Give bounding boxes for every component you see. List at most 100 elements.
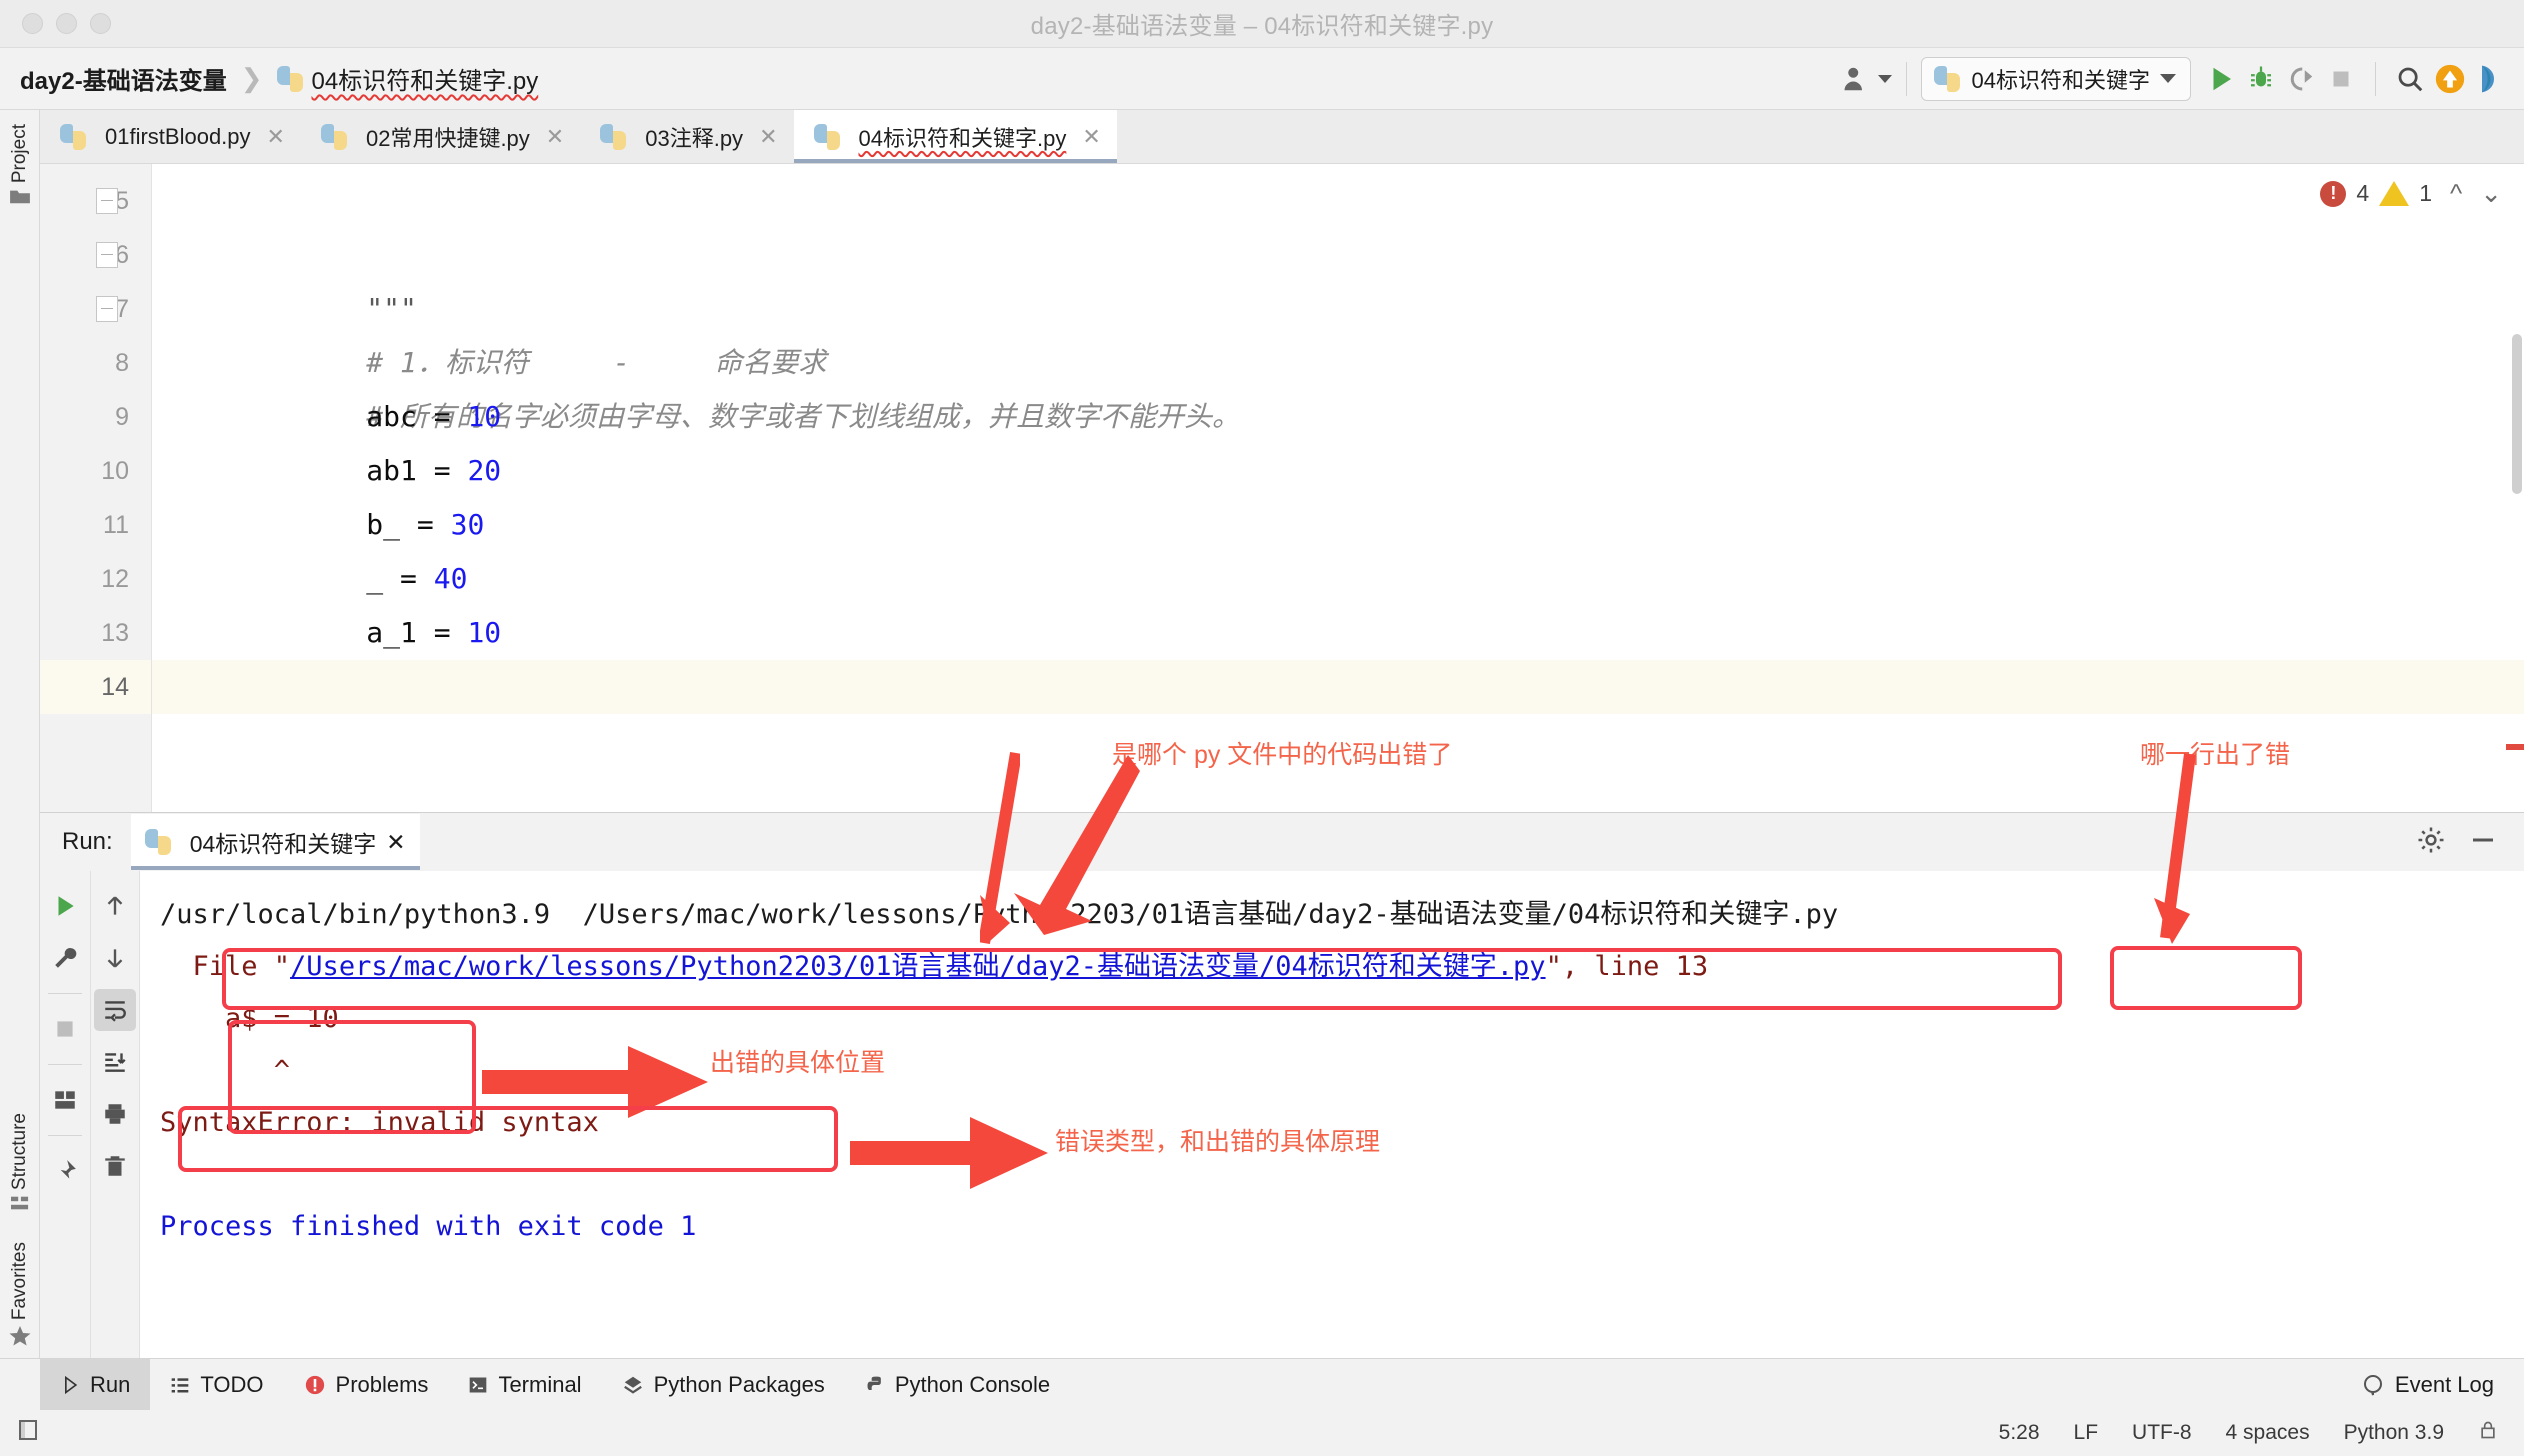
coverage-icon[interactable] xyxy=(2281,59,2321,99)
error-stripe-marker[interactable] xyxy=(2506,744,2524,750)
code-editor[interactable]: 5 6 7 8 9 10 11 12 13 14 """ # 1．标识符 - 命… xyxy=(40,164,2524,812)
status-item-label: TODO xyxy=(200,1371,264,1397)
warning-icon xyxy=(2379,181,2410,206)
run-configuration-selector[interactable]: 04标识符和关键字 xyxy=(1920,56,2191,101)
minimize-window-button[interactable] xyxy=(56,13,77,34)
window-controls[interactable] xyxy=(0,13,111,34)
chevron-up-icon[interactable]: ^ xyxy=(2450,178,2462,209)
breadcrumb-separator-icon: ❯ xyxy=(240,63,263,93)
structure-label: Structure xyxy=(8,1112,30,1190)
chevron-down-icon[interactable]: ⌄ xyxy=(2480,178,2502,209)
run-configuration-label: 04标识符和关键字 xyxy=(1971,67,2150,93)
maximize-window-button[interactable] xyxy=(90,13,111,34)
layout-icon[interactable] xyxy=(44,1079,86,1121)
python-config-icon xyxy=(1933,65,1960,92)
status-item-label: Problems xyxy=(335,1371,429,1397)
code-line-current xyxy=(152,660,2524,714)
close-icon[interactable]: ✕ xyxy=(546,124,564,150)
console-line-caret: ^ xyxy=(160,1055,291,1086)
status-item-label: Python Packages xyxy=(653,1371,825,1397)
close-icon[interactable]: ✕ xyxy=(759,124,777,150)
close-icon[interactable]: ✕ xyxy=(386,829,405,856)
code-line: # 1．标识符 - 命名要求 xyxy=(96,228,2524,379)
console-file-link[interactable]: /Users/mac/work/lessons/Python2203/01语言基… xyxy=(290,951,1546,982)
editor-scrollbar[interactable] xyxy=(2512,334,2522,494)
fold-marker-icon[interactable] xyxy=(96,188,118,214)
python-interpreter[interactable]: Python 3.9 xyxy=(2344,1421,2444,1445)
editor-tab-label: 03注释.py xyxy=(645,125,744,151)
fold-marker-icon[interactable] xyxy=(96,296,118,322)
settings-gear-icon[interactable] xyxy=(2416,825,2446,860)
debug-icon[interactable] xyxy=(2241,59,2281,99)
toolbar-divider xyxy=(47,1064,82,1065)
main-toolbar: day2-基础语法变量 ❯ 04标识符和关键字.py 04标识符和关键字 xyxy=(0,48,2524,110)
rerun-icon[interactable] xyxy=(44,885,86,927)
inspection-widget[interactable]: ! 4 1 ^ ⌄ xyxy=(2320,178,2502,209)
packages-icon xyxy=(623,1376,642,1394)
close-window-button[interactable] xyxy=(22,13,43,34)
event-log-button[interactable]: Event Log xyxy=(2361,1372,2524,1398)
minimize-panel-icon[interactable] xyxy=(2468,825,2498,860)
caret-position[interactable]: 5:28 xyxy=(1999,1421,2040,1445)
left-tool-strip: Project Structure Favorites xyxy=(0,110,40,1358)
status-item-label: Python Console xyxy=(894,1371,1051,1397)
code-line: _ = 40 xyxy=(152,498,2524,595)
user-icon[interactable] xyxy=(1842,59,1892,99)
status-item-problems[interactable]: Problems xyxy=(284,1359,449,1411)
indent-setting[interactable]: 4 spaces xyxy=(2226,1421,2310,1445)
update-icon[interactable] xyxy=(2430,59,2470,99)
status-item-todo[interactable]: TODO xyxy=(150,1359,283,1411)
arrow-down-icon[interactable] xyxy=(94,937,136,979)
toolbar-divider xyxy=(47,993,82,994)
wrench-icon[interactable] xyxy=(44,937,86,979)
run-tab-label: 04标识符和关键字 xyxy=(189,831,377,857)
status-item-run[interactable]: Run xyxy=(40,1358,151,1411)
lock-icon[interactable] xyxy=(2478,1419,2498,1447)
info-bar-right: 5:28 LF UTF-8 4 spaces Python 3.9 xyxy=(1999,1419,2498,1447)
run-icon[interactable] xyxy=(2201,59,2241,99)
stop-icon[interactable] xyxy=(44,1008,86,1050)
stop-icon[interactable] xyxy=(2321,59,2361,99)
code-line: a_1 = 10 xyxy=(152,552,2524,649)
editor-tab-01firstblood[interactable]: 01firstBlood.py ✕ xyxy=(40,110,301,163)
status-item-python-packages[interactable]: Python Packages xyxy=(602,1359,845,1411)
python-file-icon xyxy=(60,123,86,150)
trash-icon[interactable] xyxy=(94,1145,136,1187)
arrow-up-icon[interactable] xyxy=(94,885,136,927)
print-icon[interactable] xyxy=(94,1093,136,1135)
status-item-python-console[interactable]: Python Console xyxy=(845,1359,1070,1411)
editor-tab-02shortcuts[interactable]: 02常用快捷键.py ✕ xyxy=(300,110,581,163)
line-number: 9 xyxy=(115,403,129,431)
editor-tab-03comments[interactable]: 03注释.py ✕ xyxy=(580,110,794,163)
status-item-terminal[interactable]: Terminal xyxy=(448,1359,601,1411)
close-icon[interactable]: ✕ xyxy=(1082,124,1100,150)
sidebar-item-structure[interactable]: Structure xyxy=(9,1113,31,1190)
line-number: 12 xyxy=(101,565,129,593)
run-tab[interactable]: 04标识符和关键字 ✕ xyxy=(130,814,420,870)
editor-and-run-area: 01firstBlood.py ✕ 02常用快捷键.py ✕ 03注释.py ✕… xyxy=(40,110,2524,1358)
sidebar-item-project[interactable]: Project xyxy=(9,124,31,183)
file-encoding[interactable]: UTF-8 xyxy=(2132,1421,2192,1445)
console-output[interactable]: /usr/local/bin/python3.9 /Users/mac/work… xyxy=(140,871,2524,1358)
breadcrumb-project[interactable]: day2-基础语法变量 xyxy=(20,61,227,96)
toolbar-divider-2 xyxy=(2375,61,2376,96)
tool-window-bar: Run TODO Problems Terminal Python Packag… xyxy=(0,1358,2524,1411)
soft-wrap-icon[interactable] xyxy=(93,989,136,1031)
window-title: day2-基础语法变量 – 04标识符和关键字.py xyxy=(1030,13,1494,40)
code-content[interactable]: """ # 1．标识符 - 命名要求 # 所有的名字必须由字母、数字或者下划线组… xyxy=(96,164,2524,812)
close-icon[interactable]: ✕ xyxy=(267,124,285,150)
profile-icon[interactable] xyxy=(2470,59,2510,99)
editor-tab-04identifiers[interactable]: 04标识符和关键字.py ✕ xyxy=(793,110,1118,163)
pin-icon[interactable] xyxy=(44,1150,86,1192)
fold-marker-icon[interactable] xyxy=(96,242,118,268)
toggle-sidebar-icon[interactable] xyxy=(16,1418,40,1448)
console-line-command: /usr/local/bin/python3.9 /Users/mac/work… xyxy=(160,899,1839,930)
sidebar-item-favorites[interactable]: Favorites xyxy=(9,1242,31,1320)
breadcrumb-file[interactable]: 04标识符和关键字.py xyxy=(312,61,539,96)
run-toolbar-column-right xyxy=(89,871,140,1358)
problems-icon xyxy=(305,1375,324,1394)
run-panel-header-actions xyxy=(2416,825,2524,860)
search-icon[interactable] xyxy=(2390,59,2430,99)
line-separator[interactable]: LF xyxy=(2074,1421,2099,1445)
scroll-to-end-icon[interactable] xyxy=(94,1041,136,1083)
